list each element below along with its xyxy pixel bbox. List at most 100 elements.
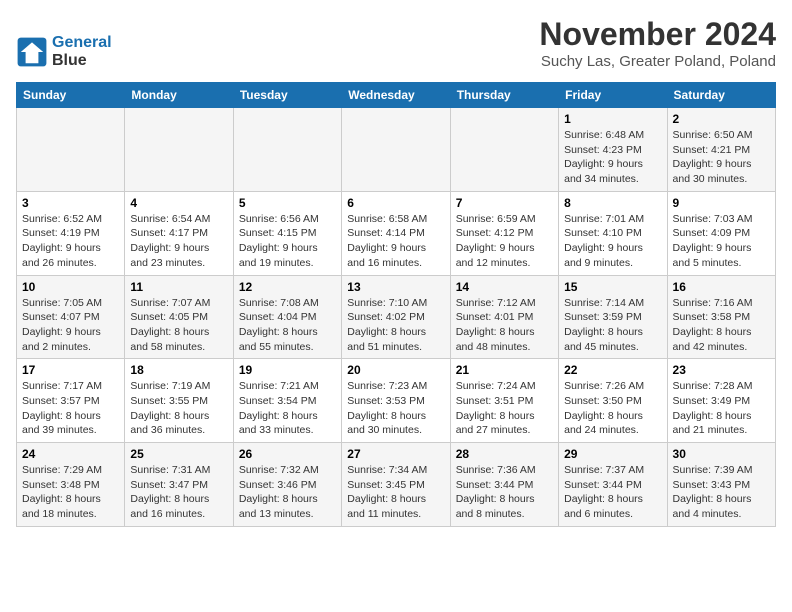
day-number: 19 bbox=[239, 363, 336, 377]
day-info: Sunrise: 7:32 AM Sunset: 3:46 PM Dayligh… bbox=[239, 463, 336, 522]
day-number: 2 bbox=[673, 112, 770, 126]
calendar-header-row: SundayMondayTuesdayWednesdayThursdayFrid… bbox=[17, 83, 776, 108]
calendar-day-cell: 25Sunrise: 7:31 AM Sunset: 3:47 PM Dayli… bbox=[125, 443, 233, 527]
calendar-day-cell bbox=[233, 108, 341, 192]
calendar-day-header: Friday bbox=[559, 83, 667, 108]
calendar-day-cell bbox=[125, 108, 233, 192]
calendar-week-row: 24 Sunrise: 7:29 AM Sunset: 3:48 PM Dayli… bbox=[17, 443, 776, 527]
calendar-day-cell bbox=[450, 108, 558, 192]
day-info: Sunrise: 7:34 AM Sunset: 3:45 PM Dayligh… bbox=[347, 463, 444, 522]
day-number: 10 bbox=[22, 280, 119, 294]
calendar-day-cell: 9 Sunrise: 7:03 AM Sunset: 4:09 PM Daylig… bbox=[667, 191, 775, 275]
location-title: Suchy Las, Greater Poland, Poland bbox=[539, 53, 776, 70]
calendar-day-cell: 22 Sunrise: 7:26 AM Sunset: 3:50 PM Dayli… bbox=[559, 359, 667, 443]
logo-icon bbox=[16, 36, 48, 68]
calendar-day-cell: 12Sunrise: 7:08 AM Sunset: 4:04 PM Dayli… bbox=[233, 275, 341, 359]
day-number: 26 bbox=[239, 447, 336, 461]
day-info: Sunrise: 7:17 AM Sunset: 3:57 PM Dayligh… bbox=[22, 379, 119, 438]
calendar-week-row: 3 Sunrise: 6:52 AM Sunset: 4:19 PM Daylig… bbox=[17, 191, 776, 275]
calendar-table: SundayMondayTuesdayWednesdayThursdayFrid… bbox=[16, 82, 776, 527]
calendar-day-cell: 13 Sunrise: 7:10 AM Sunset: 4:02 PM Dayli… bbox=[342, 275, 450, 359]
calendar-day-header: Tuesday bbox=[233, 83, 341, 108]
day-number: 27 bbox=[347, 447, 444, 461]
day-info: Sunrise: 7:19 AM Sunset: 3:55 PM Dayligh… bbox=[130, 379, 227, 438]
day-number: 9 bbox=[673, 196, 770, 210]
day-info: Sunrise: 7:29 AM Sunset: 3:48 PM Dayligh… bbox=[22, 463, 119, 522]
day-info: Sunrise: 7:07 AM Sunset: 4:05 PM Dayligh… bbox=[130, 296, 227, 355]
day-info: Sunrise: 7:12 AM Sunset: 4:01 PM Dayligh… bbox=[456, 296, 553, 355]
day-info: Sunrise: 6:48 AM Sunset: 4:23 PM Dayligh… bbox=[564, 128, 661, 187]
calendar-day-header: Thursday bbox=[450, 83, 558, 108]
calendar-day-cell: 5 Sunrise: 6:56 AM Sunset: 4:15 PM Daylig… bbox=[233, 191, 341, 275]
day-info: Sunrise: 7:14 AM Sunset: 3:59 PM Dayligh… bbox=[564, 296, 661, 355]
calendar-day-cell: 26 Sunrise: 7:32 AM Sunset: 3:46 PM Dayli… bbox=[233, 443, 341, 527]
calendar-day-cell: 20Sunrise: 7:23 AM Sunset: 3:53 PM Dayli… bbox=[342, 359, 450, 443]
calendar-day-cell: 6 Sunrise: 6:58 AM Sunset: 4:14 PM Daylig… bbox=[342, 191, 450, 275]
day-info: Sunrise: 7:26 AM Sunset: 3:50 PM Dayligh… bbox=[564, 379, 661, 438]
calendar-day-cell: 7Sunrise: 6:59 AM Sunset: 4:12 PM Daylig… bbox=[450, 191, 558, 275]
day-number: 14 bbox=[456, 280, 553, 294]
calendar-day-cell: 30 Sunrise: 7:39 AM Sunset: 3:43 PM Dayli… bbox=[667, 443, 775, 527]
day-info: Sunrise: 7:21 AM Sunset: 3:54 PM Dayligh… bbox=[239, 379, 336, 438]
calendar-day-cell: 15 Sunrise: 7:14 AM Sunset: 3:59 PM Dayli… bbox=[559, 275, 667, 359]
day-info: Sunrise: 6:54 AM Sunset: 4:17 PM Dayligh… bbox=[130, 212, 227, 271]
day-number: 16 bbox=[673, 280, 770, 294]
day-info: Sunrise: 7:03 AM Sunset: 4:09 PM Dayligh… bbox=[673, 212, 770, 271]
calendar-day-header: Wednesday bbox=[342, 83, 450, 108]
calendar-day-cell: 14 Sunrise: 7:12 AM Sunset: 4:01 PM Dayli… bbox=[450, 275, 558, 359]
calendar-day-cell: 27 Sunrise: 7:34 AM Sunset: 3:45 PM Dayli… bbox=[342, 443, 450, 527]
calendar-day-header: Monday bbox=[125, 83, 233, 108]
day-number: 13 bbox=[347, 280, 444, 294]
calendar-day-cell: 2 Sunrise: 6:50 AM Sunset: 4:21 PM Daylig… bbox=[667, 108, 775, 192]
day-number: 20 bbox=[347, 363, 444, 377]
day-number: 3 bbox=[22, 196, 119, 210]
calendar-day-cell: 8Sunrise: 7:01 AM Sunset: 4:10 PM Daylig… bbox=[559, 191, 667, 275]
calendar-day-cell: 19 Sunrise: 7:21 AM Sunset: 3:54 PM Dayli… bbox=[233, 359, 341, 443]
day-number: 7 bbox=[456, 196, 553, 210]
day-info: Sunrise: 7:31 AM Sunset: 3:47 PM Dayligh… bbox=[130, 463, 227, 522]
day-number: 24 bbox=[22, 447, 119, 461]
day-info: Sunrise: 7:39 AM Sunset: 3:43 PM Dayligh… bbox=[673, 463, 770, 522]
day-info: Sunrise: 7:08 AM Sunset: 4:04 PM Dayligh… bbox=[239, 296, 336, 355]
calendar-day-header: Sunday bbox=[17, 83, 125, 108]
day-info: Sunrise: 6:52 AM Sunset: 4:19 PM Dayligh… bbox=[22, 212, 119, 271]
day-number: 4 bbox=[130, 196, 227, 210]
day-info: Sunrise: 7:05 AM Sunset: 4:07 PM Dayligh… bbox=[22, 296, 119, 355]
calendar-day-cell: 18 Sunrise: 7:19 AM Sunset: 3:55 PM Dayli… bbox=[125, 359, 233, 443]
day-number: 30 bbox=[673, 447, 770, 461]
day-number: 15 bbox=[564, 280, 661, 294]
calendar-day-cell: 1 Sunrise: 6:48 AM Sunset: 4:23 PM Daylig… bbox=[559, 108, 667, 192]
day-number: 5 bbox=[239, 196, 336, 210]
calendar-day-cell: 28Sunrise: 7:36 AM Sunset: 3:44 PM Dayli… bbox=[450, 443, 558, 527]
day-number: 29 bbox=[564, 447, 661, 461]
logo: General Blue bbox=[16, 34, 112, 70]
day-info: Sunrise: 7:36 AM Sunset: 3:44 PM Dayligh… bbox=[456, 463, 553, 522]
calendar-week-row: 10 Sunrise: 7:05 AM Sunset: 4:07 PM Dayli… bbox=[17, 275, 776, 359]
day-info: Sunrise: 7:37 AM Sunset: 3:44 PM Dayligh… bbox=[564, 463, 661, 522]
calendar-day-header: Saturday bbox=[667, 83, 775, 108]
calendar-day-cell bbox=[17, 108, 125, 192]
calendar-day-cell: 16Sunrise: 7:16 AM Sunset: 3:58 PM Dayli… bbox=[667, 275, 775, 359]
calendar-day-cell: 29 Sunrise: 7:37 AM Sunset: 3:44 PM Dayli… bbox=[559, 443, 667, 527]
day-number: 1 bbox=[564, 112, 661, 126]
title-section: November 2024 Suchy Las, Greater Poland,… bbox=[539, 16, 776, 70]
day-number: 21 bbox=[456, 363, 553, 377]
day-number: 22 bbox=[564, 363, 661, 377]
day-number: 18 bbox=[130, 363, 227, 377]
calendar-day-cell bbox=[342, 108, 450, 192]
top-area: General Blue November 2024 Suchy Las, Gr… bbox=[16, 16, 776, 74]
day-info: Sunrise: 7:01 AM Sunset: 4:10 PM Dayligh… bbox=[564, 212, 661, 271]
day-info: Sunrise: 6:56 AM Sunset: 4:15 PM Dayligh… bbox=[239, 212, 336, 271]
day-info: Sunrise: 6:58 AM Sunset: 4:14 PM Dayligh… bbox=[347, 212, 444, 271]
calendar-day-cell: 21 Sunrise: 7:24 AM Sunset: 3:51 PM Dayli… bbox=[450, 359, 558, 443]
day-info: Sunrise: 7:10 AM Sunset: 4:02 PM Dayligh… bbox=[347, 296, 444, 355]
day-info: Sunrise: 6:50 AM Sunset: 4:21 PM Dayligh… bbox=[673, 128, 770, 187]
day-info: Sunrise: 7:24 AM Sunset: 3:51 PM Dayligh… bbox=[456, 379, 553, 438]
calendar-day-cell: 17Sunrise: 7:17 AM Sunset: 3:57 PM Dayli… bbox=[17, 359, 125, 443]
calendar-day-cell: 24 Sunrise: 7:29 AM Sunset: 3:48 PM Dayli… bbox=[17, 443, 125, 527]
day-number: 6 bbox=[347, 196, 444, 210]
day-number: 23 bbox=[673, 363, 770, 377]
calendar-week-row: 17Sunrise: 7:17 AM Sunset: 3:57 PM Dayli… bbox=[17, 359, 776, 443]
calendar-day-cell: 23Sunrise: 7:28 AM Sunset: 3:49 PM Dayli… bbox=[667, 359, 775, 443]
calendar-week-row: 1 Sunrise: 6:48 AM Sunset: 4:23 PM Daylig… bbox=[17, 108, 776, 192]
